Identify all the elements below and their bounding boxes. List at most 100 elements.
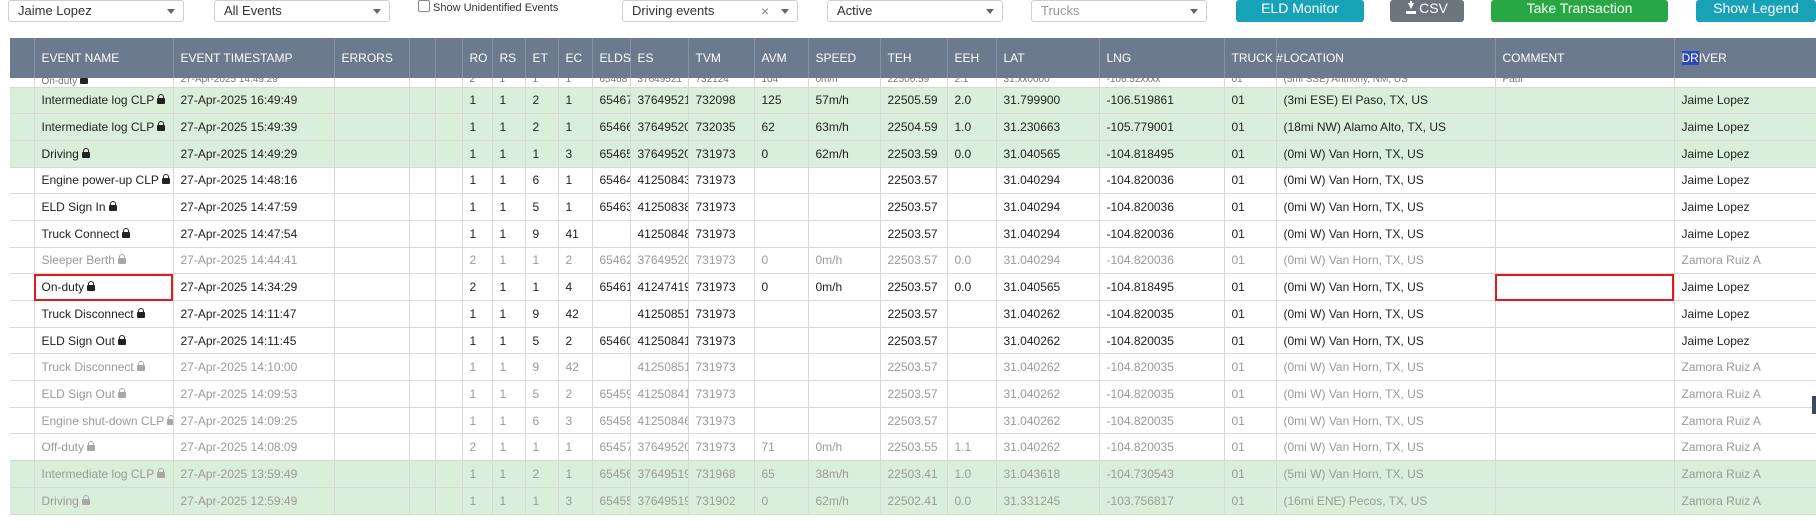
table-cell: 1 bbox=[492, 380, 526, 408]
trucks-select[interactable]: Trucks bbox=[1031, 0, 1207, 22]
column-header[interactable]: EC bbox=[558, 38, 593, 78]
cell-text: 27-Apr-2025 14:49:29 bbox=[180, 78, 278, 85]
status-select[interactable]: Active bbox=[827, 0, 1003, 22]
column-header[interactable]: LNG bbox=[1099, 38, 1225, 78]
cell-text: 65457 bbox=[599, 440, 630, 455]
cell-text: 38m/h bbox=[815, 466, 849, 481]
driver-select[interactable]: Jaime Lopez bbox=[8, 0, 184, 22]
column-header[interactable]: EVENT TIMESTAMP bbox=[173, 38, 335, 78]
event-name-cell: ELD Sign Out bbox=[34, 380, 174, 408]
column-header[interactable]: SPEED bbox=[808, 38, 881, 78]
table-row[interactable]: Intermediate log CLP 27-Apr-2025 13:59:49… bbox=[10, 460, 1816, 488]
column-header[interactable] bbox=[409, 38, 436, 78]
table-row-partial[interactable]: On-duty 27-Apr-2025 14:49:29 2 1 1 1 65468 3764… bbox=[10, 78, 1816, 88]
column-header[interactable] bbox=[435, 38, 463, 78]
column-header[interactable]: AVM bbox=[754, 38, 809, 78]
cell-text: 1 bbox=[532, 440, 540, 455]
table-row[interactable]: Engine power-up CLP 27-Apr-2025 14:48:16 1… bbox=[10, 167, 1816, 195]
comment-cell[interactable]: Paul bbox=[1495, 78, 1675, 88]
show-legend-button[interactable]: Show Legend bbox=[1696, 0, 1816, 22]
table-cell bbox=[409, 273, 436, 301]
checkbox-box[interactable] bbox=[418, 0, 430, 12]
comment-cell[interactable] bbox=[1495, 247, 1675, 275]
take-transaction-button[interactable]: Take Transaction bbox=[1491, 0, 1668, 22]
comment-cell[interactable] bbox=[1495, 380, 1675, 408]
table-cell: 0.0 bbox=[947, 140, 997, 168]
table-row[interactable]: ELD Sign In 27-Apr-2025 14:47:59 1 1 5 1 65463… bbox=[10, 193, 1816, 221]
comment-cell[interactable] bbox=[1495, 140, 1675, 168]
clear-icon[interactable]: × bbox=[761, 2, 769, 20]
table-row[interactable]: On-duty 27-Apr-2025 14:34:29 2 1 1 4 65461 4124… bbox=[10, 273, 1816, 301]
table-cell bbox=[947, 300, 997, 328]
table-row[interactable]: Driving 27-Apr-2025 12:59:49 1 1 1 3 65455 3764… bbox=[10, 487, 1816, 515]
table-cell: 31.040294 bbox=[996, 167, 1100, 195]
table-row[interactable]: Sleeper Berth 27-Apr-2025 14:44:41 2 1 1 2 654… bbox=[10, 247, 1816, 275]
comment-cell[interactable] bbox=[1495, 353, 1675, 382]
column-header[interactable]: TRUCK # bbox=[1224, 38, 1283, 78]
table-cell bbox=[435, 460, 463, 488]
comment-cell[interactable] bbox=[1495, 273, 1675, 301]
comment-cell[interactable] bbox=[1495, 327, 1675, 355]
cell-text: Intermediate log CLP bbox=[41, 466, 155, 481]
table-row[interactable]: Intermediate log CLP 27-Apr-2025 16:49:49… bbox=[10, 87, 1816, 115]
cell-text: 1 bbox=[499, 360, 507, 375]
column-header[interactable]: EVENT NAME bbox=[34, 38, 174, 78]
table-row[interactable]: Intermediate log CLP 27-Apr-2025 15:49:39… bbox=[10, 113, 1816, 141]
table-row[interactable]: Truck Disconnect 27-Apr-2025 14:11:47 1 1 9 4… bbox=[10, 300, 1816, 328]
comment-cell[interactable] bbox=[1495, 220, 1675, 248]
column-header[interactable]: TVM bbox=[688, 38, 755, 78]
event-type-select[interactable]: Driving events × bbox=[622, 0, 798, 22]
cell-text: 0m/h bbox=[815, 440, 843, 455]
cell-text: 1 bbox=[499, 226, 507, 241]
table-cell bbox=[334, 353, 410, 382]
column-header[interactable]: RS bbox=[492, 38, 526, 78]
table-row[interactable]: Truck Disconnect 27-Apr-2025 14:10:00 1 1 9 4… bbox=[10, 353, 1816, 382]
events-select[interactable]: All Events bbox=[214, 0, 390, 22]
comment-cell[interactable] bbox=[1495, 300, 1675, 328]
column-header[interactable]: LOCATION bbox=[1276, 38, 1496, 78]
comment-cell[interactable] bbox=[1495, 433, 1675, 462]
table-cell bbox=[435, 300, 463, 328]
cell-text: (0mi W) Van Horn, TX, US bbox=[1283, 280, 1424, 295]
cell-text: 27-Apr-2025 14:49:29 bbox=[180, 146, 298, 161]
column-header[interactable]: TEH bbox=[880, 38, 948, 78]
table-cell: 22503.57 bbox=[880, 220, 948, 248]
cell-text: 22503.57 bbox=[887, 173, 938, 188]
column-header[interactable]: DRIVER bbox=[1674, 38, 1816, 78]
comment-cell[interactable] bbox=[1495, 113, 1675, 141]
column-header[interactable]: EEH bbox=[947, 38, 997, 78]
column-header[interactable]: LAT bbox=[996, 38, 1100, 78]
comment-cell[interactable] bbox=[1495, 407, 1675, 435]
scrollbar-thumb[interactable] bbox=[1812, 396, 1816, 414]
cell-text: Sleeper Berth bbox=[41, 253, 115, 268]
column-header[interactable]: ES bbox=[630, 38, 689, 78]
eld-monitor-button[interactable]: ELD Monitor bbox=[1236, 0, 1364, 22]
column-header[interactable] bbox=[10, 38, 35, 78]
comment-cell[interactable] bbox=[1495, 487, 1675, 515]
comment-cell[interactable] bbox=[1495, 193, 1675, 221]
comment-cell[interactable] bbox=[1495, 460, 1675, 488]
table-cell bbox=[10, 220, 35, 248]
show-unidentified-checkbox[interactable]: Show Unidentified Events bbox=[418, 0, 558, 15]
column-header[interactable]: COMMENT bbox=[1495, 38, 1675, 78]
cell-text: Jaime Lopez bbox=[1681, 200, 1750, 215]
table-row[interactable]: Engine shut-down CLP 27-Apr-2025 14:09:25… bbox=[10, 407, 1816, 435]
column-header[interactable]: ET bbox=[525, 38, 559, 78]
table-row[interactable]: ELD Sign Out 27-Apr-2025 14:11:45 1 1 5 2 6546… bbox=[10, 327, 1816, 355]
table-row[interactable]: Truck Connect 27-Apr-2025 14:47:54 1 1 9 41 41… bbox=[10, 220, 1816, 248]
cell-text: 65466 bbox=[599, 120, 630, 135]
table-cell: 4 bbox=[558, 273, 593, 301]
table-cell: Jaime Lopez bbox=[1674, 87, 1816, 115]
column-header[interactable]: RO bbox=[462, 38, 493, 78]
csv-button[interactable]: CSV bbox=[1390, 0, 1464, 22]
table-row[interactable]: ELD Sign Out 27-Apr-2025 14:09:53 1 1 5 2 6545… bbox=[10, 380, 1816, 408]
comment-cell[interactable] bbox=[1495, 87, 1675, 115]
table-row[interactable]: Off-duty 27-Apr-2025 14:08:09 2 1 1 1 65457 376… bbox=[10, 433, 1816, 462]
chevron-down-icon bbox=[373, 9, 381, 14]
cell-text: 0 bbox=[761, 253, 769, 268]
table-row[interactable]: Driving 27-Apr-2025 14:49:29 1 1 1 3 65465 3764… bbox=[10, 140, 1816, 168]
comment-cell[interactable] bbox=[1495, 167, 1675, 195]
column-header[interactable]: ERRORS bbox=[334, 38, 410, 78]
column-header[interactable]: ELDS bbox=[592, 38, 631, 78]
table-cell: 01 bbox=[1224, 220, 1277, 248]
